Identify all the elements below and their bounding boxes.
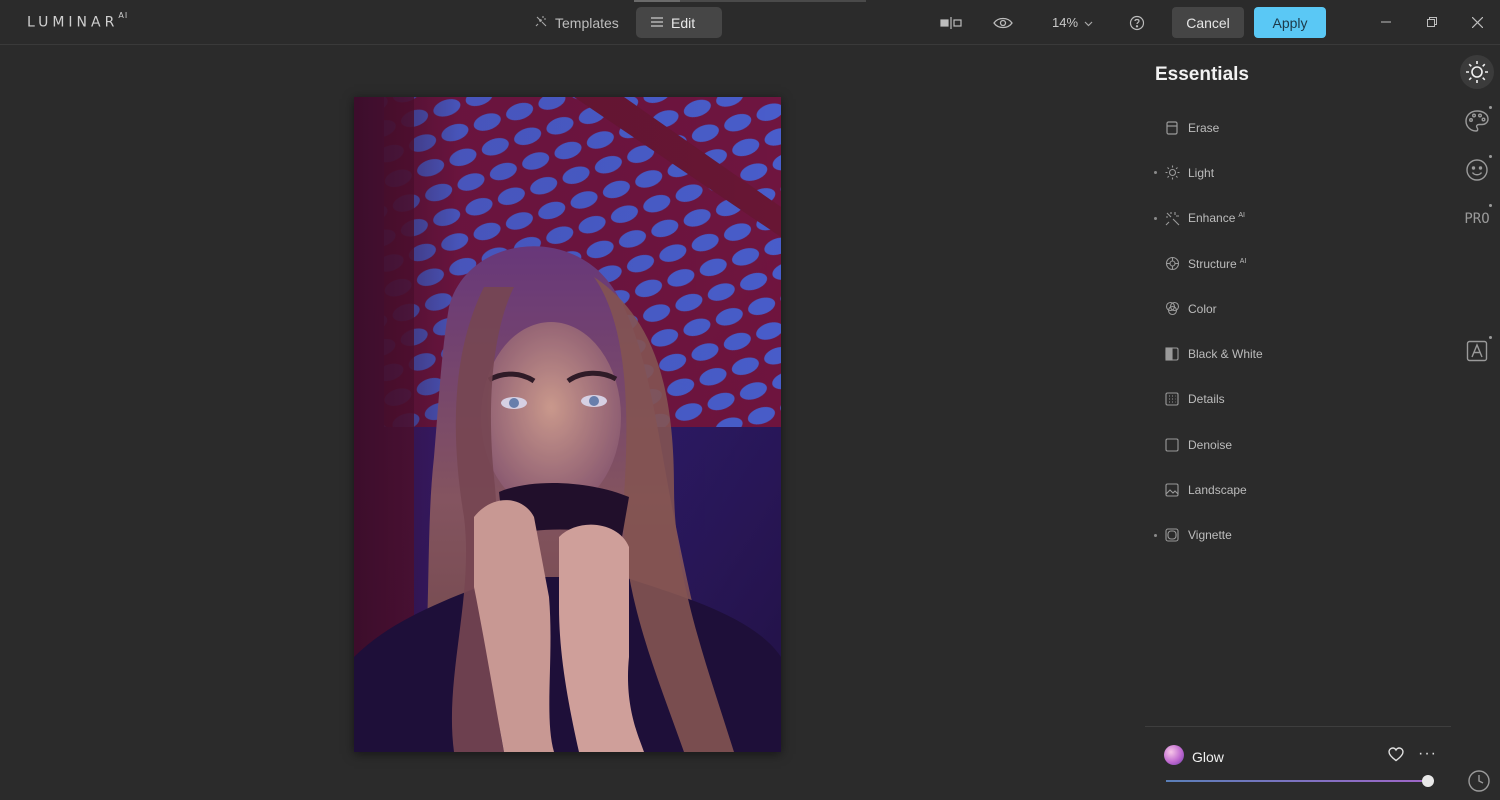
app-logo: LUMINARAI [27,11,129,31]
tool-light[interactable]: Light [1152,150,1442,195]
smiley-icon[interactable] [1460,153,1494,187]
tool-label: Denoise [1188,437,1233,452]
tool-erase[interactable]: Erase [1152,105,1442,150]
ai-badge: AI [1239,257,1247,265]
sun-icon [1164,165,1180,181]
pro-tools-icon[interactable]: PRO [1460,202,1494,236]
heart-icon[interactable] [1388,747,1404,767]
cancel-label: Cancel [1186,14,1230,31]
pro-label: PRO [1464,211,1490,227]
eraser-icon [1164,120,1180,136]
new-badge [1489,204,1492,207]
slider-thumb[interactable] [1422,775,1434,787]
photo-canvas[interactable] [354,97,781,752]
tool-label: Black & White [1188,347,1263,362]
sparkle-icon [534,14,548,31]
template-thumbnail [1164,745,1184,765]
tool-color[interactable]: Color [1152,286,1442,331]
tool-label: Landscape [1188,483,1247,498]
apply-button[interactable]: Apply [1254,7,1326,38]
tool-enhance[interactable]: Enhance AI [1152,196,1442,241]
templates-label: Templates [555,14,619,31]
tool-label-text: Structure [1188,256,1237,271]
applied-template-row: Glow ··· [1164,745,1444,767]
sliders-icon [650,15,664,31]
palette-icon[interactable] [1460,104,1494,138]
slider-track [1166,780,1428,782]
new-badge [1489,106,1492,109]
tool-label: Structure AI [1188,257,1246,271]
eye-icon[interactable] [992,12,1014,34]
template-name: Glow [1192,749,1224,765]
bw-square-icon [1164,346,1180,362]
expand-dot [1154,216,1157,220]
color-circles-icon [1164,301,1180,317]
top-toolbar: LUMINARAI Templates Edit 14% Cancel Appl… [0,0,1500,45]
tool-label: Vignette [1188,528,1232,543]
new-badge [1489,336,1492,339]
tool-black-white[interactable]: Black & White [1152,331,1442,376]
tool-label-text: Enhance [1188,211,1236,226]
logo-superscript: AI [118,11,129,20]
portrait-photo [354,97,781,752]
template-amount-slider[interactable] [1166,774,1434,788]
ai-badge: AI [1238,212,1245,220]
panel-title: Essentials [1155,64,1249,85]
tool-details[interactable]: Details [1152,377,1442,422]
edit-tab[interactable]: Edit [636,7,722,38]
more-options-button[interactable]: ··· [1418,745,1437,763]
chevron-down-icon [1084,15,1093,30]
tool-vignette[interactable]: Vignette [1152,513,1442,558]
denoise-icon [1164,437,1180,453]
tool-label: Light [1188,165,1215,180]
details-icon [1164,391,1180,407]
expand-dot [1154,171,1157,175]
tool-label: Details [1188,392,1225,407]
sparkle-icon [1164,210,1180,226]
tool-structure[interactable]: Structure AI [1152,241,1442,286]
expand-dot [1154,533,1157,537]
tool-label: Erase [1188,120,1220,135]
essentials-tool-list: Erase Light Enhance AI Structure AI Color … [1152,105,1442,558]
zoom-dropdown[interactable]: 14% [1052,15,1093,30]
tool-label: Enhance AI [1188,211,1245,225]
vignette-icon [1164,527,1180,543]
new-badge [1489,155,1492,158]
minimize-icon[interactable] [1376,12,1396,32]
zoom-value: 14% [1052,15,1079,30]
tool-label: Color [1188,301,1217,316]
logo-text: LUMINAR [27,14,119,31]
compare-split-icon[interactable] [940,12,962,34]
essentials-sun-icon[interactable] [1460,55,1494,89]
cancel-button[interactable]: Cancel [1172,7,1244,38]
edit-label: Edit [671,14,696,31]
close-icon[interactable] [1467,12,1487,32]
landscape-icon [1164,482,1180,498]
history-clock-icon[interactable] [1466,768,1492,794]
apply-label: Apply [1272,14,1308,31]
local-masking-icon[interactable] [1460,334,1494,368]
restore-icon[interactable] [1422,12,1442,32]
templates-tab[interactable]: Templates [520,7,633,38]
tool-landscape[interactable]: Landscape [1152,467,1442,512]
tool-denoise[interactable]: Denoise [1152,422,1442,467]
structure-icon [1164,256,1180,272]
help-icon[interactable] [1126,12,1148,34]
panel-divider [1145,726,1451,727]
loading-indicator [634,0,866,2]
